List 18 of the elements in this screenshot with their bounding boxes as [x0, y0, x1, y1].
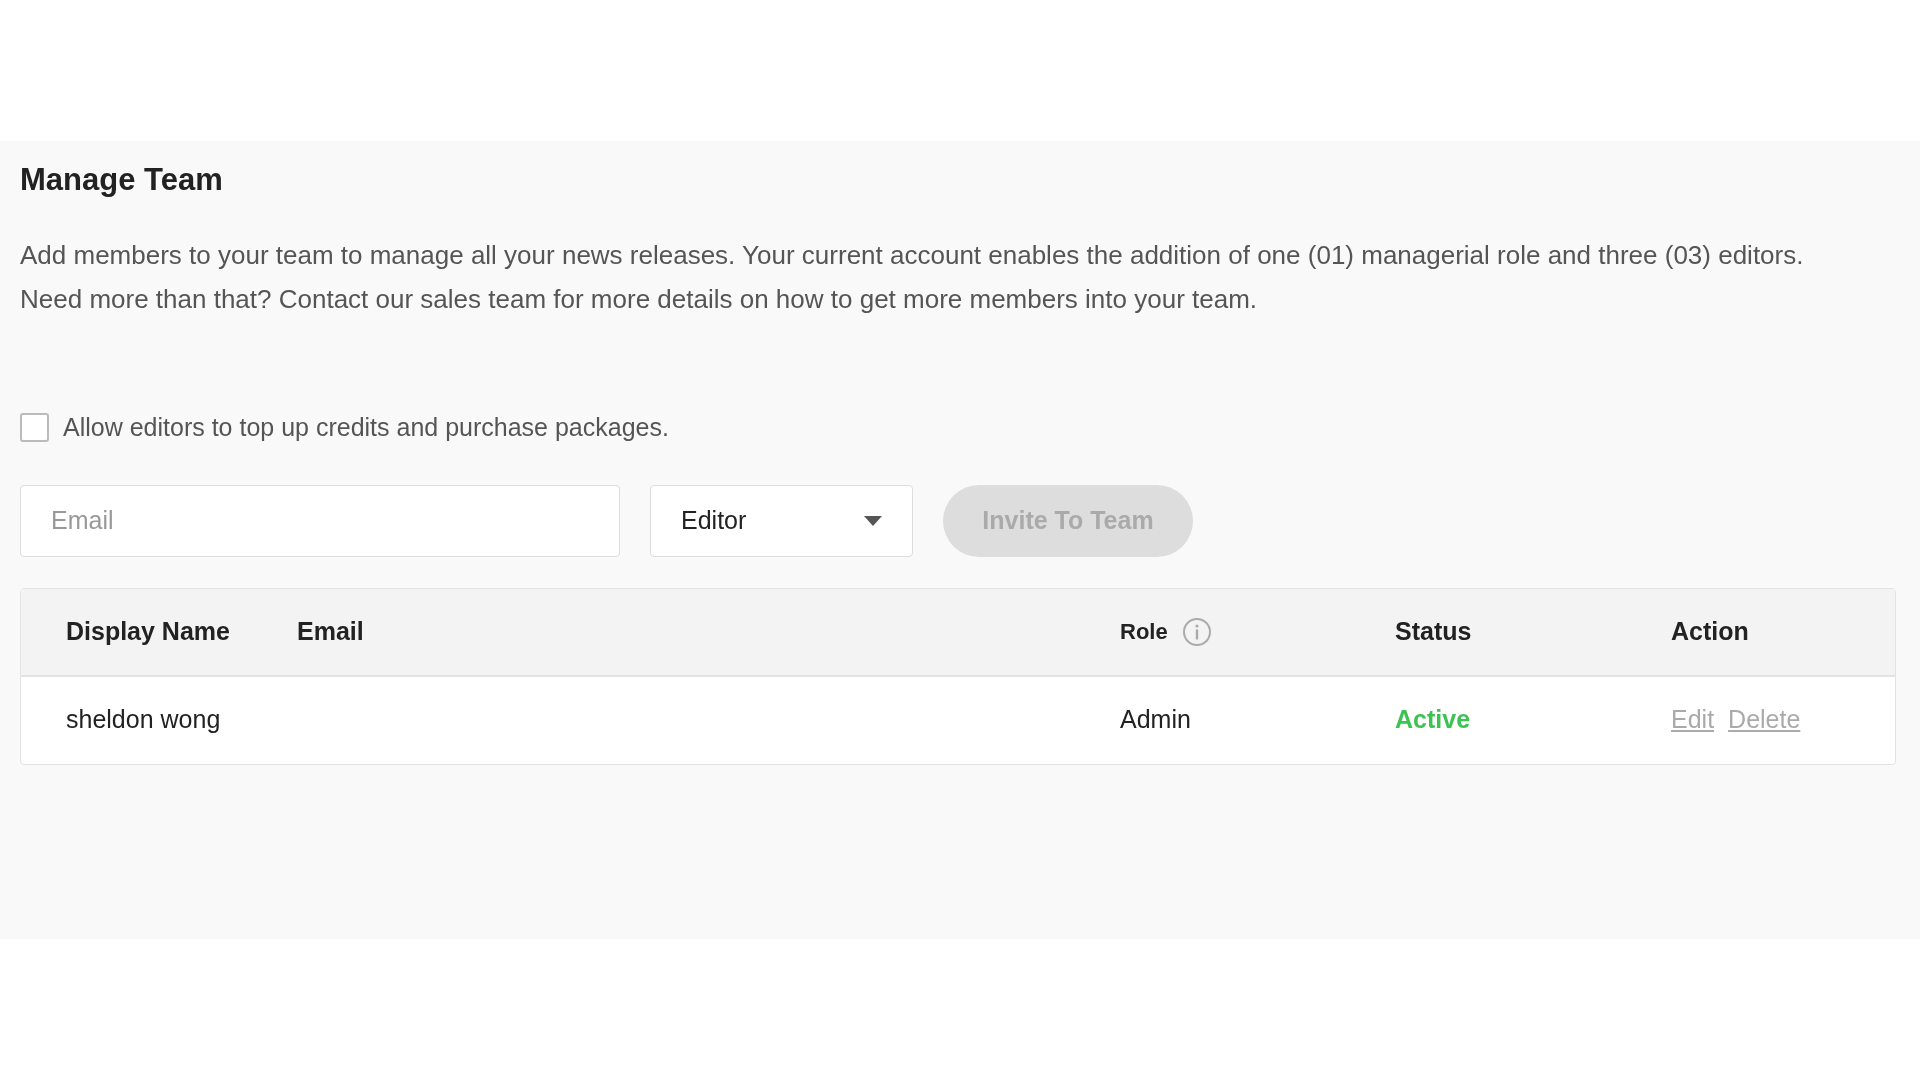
status-label: Active: [1395, 705, 1471, 734]
checkbox-label: Allow editors to top up credits and purchase packages.: [63, 412, 669, 443]
table-cell: Admin: [1120, 705, 1191, 734]
checkbox[interactable]: [20, 413, 49, 443]
role-dropdown[interactable]: Editor: [650, 484, 913, 557]
email-field[interactable]: Email: [20, 484, 620, 557]
column-header: Action: [1671, 615, 1749, 647]
column-header: Role: [1120, 618, 1168, 646]
column-header: Status: [1395, 615, 1472, 647]
caret-icon: [864, 515, 882, 526]
table-cell: sheldon wong: [66, 705, 221, 734]
info-icon[interactable]: [1181, 616, 1212, 647]
column-header: Email: [297, 615, 364, 647]
description: Add members to your team to manage all your news releases. Your current account enables the addition of one (01) managerial role and three (03) editors. Need more than that? Contact our sales team for more details on how to get more members into your team.: [20, 239, 1805, 316]
column-header: Display Name: [66, 615, 230, 647]
delete-link[interactable]: Delete: [1728, 701, 1801, 739]
page-title: Manage Team: [20, 161, 224, 199]
edit-link[interactable]: Edit: [1671, 701, 1715, 739]
